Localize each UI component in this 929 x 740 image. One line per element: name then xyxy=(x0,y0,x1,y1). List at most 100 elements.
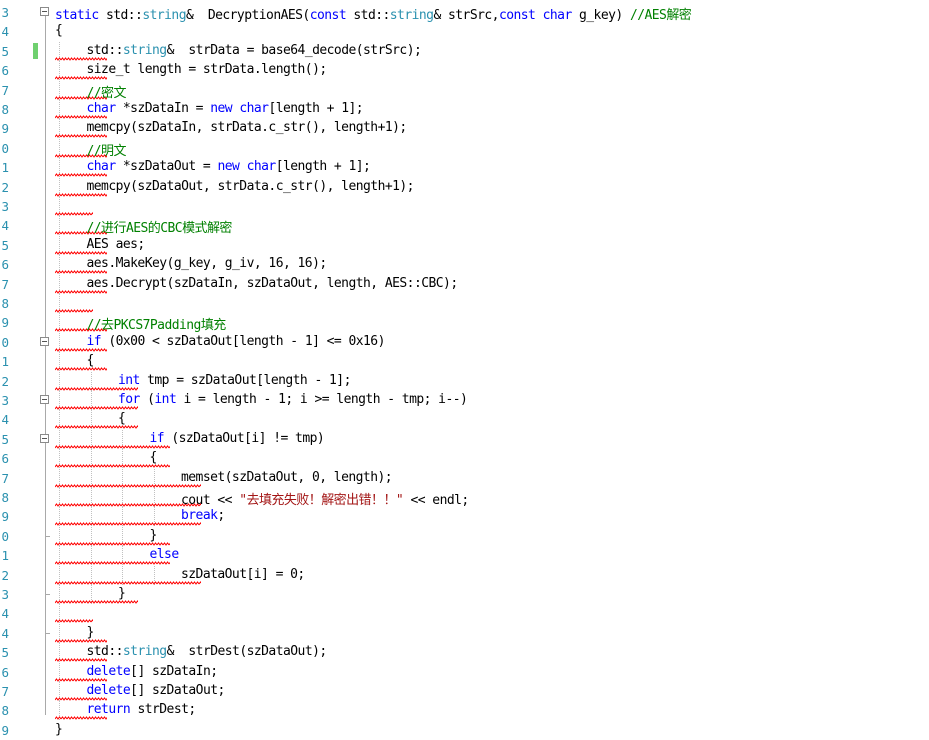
code-text[interactable]: //进行AES的CBC模式解密 xyxy=(87,217,233,236)
code-text[interactable]: memcpy(szDataOut, strData.c_str(), lengt… xyxy=(87,179,415,194)
code-line[interactable]: 9 //去PKCS7Padding填充 xyxy=(0,313,929,333)
code-line[interactable]: 3 static std::string& DecryptionAES(const… xyxy=(0,3,929,23)
type-token: string xyxy=(389,8,434,23)
line-number: 5 xyxy=(1,431,9,447)
code-line[interactable]: 8 return strDest; xyxy=(0,701,929,721)
collapse-icon[interactable] xyxy=(40,336,49,346)
collapse-icon[interactable] xyxy=(40,395,49,404)
error-squiggle xyxy=(55,425,138,430)
code-text[interactable]: delete[] szDataOut; xyxy=(87,683,226,698)
code-text[interactable]: AES aes; xyxy=(87,237,146,252)
code-line[interactable]: 3 xyxy=(0,197,929,216)
code-token: & strData = base64_decode(strSrc); xyxy=(166,42,422,58)
code-text[interactable]: std::string& strDest(szDataOut); xyxy=(86,644,328,660)
code-line[interactable]: 0} xyxy=(0,526,929,546)
code-token: std:: xyxy=(86,644,124,660)
line-number: 8 xyxy=(1,490,9,505)
code-text[interactable]: } xyxy=(87,625,95,640)
code-text[interactable]: { xyxy=(55,23,63,39)
code-text[interactable]: delete[] szDataIn; xyxy=(87,664,219,679)
code-line[interactable]: 6{ xyxy=(0,449,929,469)
code-text[interactable]: memset(szDataOut, 0, length); xyxy=(181,470,393,485)
code-text[interactable]: //密文 xyxy=(87,82,127,101)
code-line[interactable]: 8 char *szDataIn = new char[length + 1]; xyxy=(0,100,929,119)
code-line[interactable]: 1{ xyxy=(0,352,929,372)
code-text[interactable]: { xyxy=(149,450,158,466)
code-line[interactable]: 9} xyxy=(0,721,929,740)
collapse-icon[interactable] xyxy=(40,433,49,443)
code-line[interactable]: 7 memset(szDataOut, 0, length); xyxy=(0,468,929,488)
code-text[interactable]: { xyxy=(87,353,95,368)
code-text[interactable]: static std::string& DecryptionAES(const … xyxy=(55,4,692,23)
code-text[interactable]: else xyxy=(150,547,180,562)
code-line[interactable]: 4} xyxy=(0,623,929,643)
code-line[interactable]: 2 int tmp = szDataOut[length - 1]; xyxy=(0,371,929,391)
code-line[interactable]: 7 delete[] szDataOut; xyxy=(0,682,929,701)
code-line[interactable]: 6 size_t length = strData.length(); xyxy=(0,61,929,81)
line-number: 7 xyxy=(1,82,9,98)
code-line[interactable]: 6 delete[] szDataIn; xyxy=(0,662,929,682)
code-line[interactable]: 3 for (int i = length - 1; i >= length - … xyxy=(0,391,929,410)
code-text[interactable]: } xyxy=(55,722,63,737)
code-text[interactable]: if (0x00 < szDataOut[length - 1] <= 0x16… xyxy=(87,334,386,349)
code-line[interactable]: 2 szDataOut[i] = 0; xyxy=(0,565,929,585)
code-text[interactable]: return strDest; xyxy=(87,702,197,717)
code-text[interactable]: char *szDataIn = new char[length + 1]; xyxy=(87,101,364,116)
code-text[interactable]: for (int i = length - 1; i >= length - t… xyxy=(118,392,468,407)
code-editor[interactable]: 3 static std::string& DecryptionAES(const… xyxy=(0,0,929,738)
code-text[interactable]: int tmp = szDataOut[length - 1]; xyxy=(118,373,351,388)
code-line[interactable]: 3} xyxy=(0,585,929,604)
code-token: std:: xyxy=(353,8,390,23)
line-number: 4 xyxy=(1,606,9,622)
line-number: 6 xyxy=(1,63,9,79)
code-text[interactable]: { xyxy=(118,411,126,427)
code-line[interactable]: 4 //进行AES的CBC模式解密 xyxy=(0,216,929,236)
code-line[interactable]: 5 if (szDataOut[i] != tmp) xyxy=(0,429,929,449)
code-line[interactable]: 5 AES aes; xyxy=(0,235,929,255)
code-text[interactable]: size_t length = strData.length(); xyxy=(87,62,328,77)
code-token: { xyxy=(118,411,126,427)
code-text[interactable]: break; xyxy=(181,508,225,523)
code-text[interactable]: std::string& strData = base64_decode(str… xyxy=(87,43,422,58)
code-line[interactable]: 1 char *szDataOut = new char[length + 1]; xyxy=(0,158,929,178)
code-token: [length + 1]; xyxy=(275,159,371,175)
code-text[interactable]: //去PKCS7Padding填充 xyxy=(87,314,227,333)
code-text[interactable]: //明文 xyxy=(86,140,127,159)
code-line[interactable]: 4{ xyxy=(0,22,929,41)
code-text[interactable]: if (szDataOut[i] != tmp) xyxy=(150,431,325,446)
code-text[interactable]: aes.MakeKey(g_key, g_iv, 16, 16); xyxy=(87,256,328,271)
code-text[interactable]: szDataOut[i] = 0; xyxy=(181,567,305,582)
line-number: 7 xyxy=(1,470,9,486)
line-number: 8 xyxy=(1,703,9,719)
line-number: 9 xyxy=(1,509,9,525)
code-token: std:: xyxy=(105,8,143,23)
code-line[interactable]: 0 //明文 xyxy=(0,138,929,159)
code-line[interactable]: 9 break; xyxy=(0,507,929,527)
code-line[interactable]: 8 xyxy=(0,294,929,313)
code-line[interactable]: 5 std::string& strData = base64_decode(st… xyxy=(0,41,929,61)
code-line[interactable]: 0 if (0x00 < szDataOut[length - 1] <= 0x1… xyxy=(0,332,929,352)
code-token: { xyxy=(149,450,158,466)
code-text[interactable]: aes.Decrypt(szDataIn, szDataOut, length,… xyxy=(87,276,459,291)
code-text[interactable]: char *szDataOut = new char[length + 1]; xyxy=(87,159,371,174)
collapse-icon[interactable] xyxy=(40,7,49,16)
code-line[interactable]: 7 aes.Decrypt(szDataIn, szDataOut, length… xyxy=(0,274,929,294)
comment-token: //明文 xyxy=(86,143,127,159)
code-line[interactable]: 4 xyxy=(0,604,929,624)
code-line[interactable]: 4{ xyxy=(0,410,929,430)
code-token: { xyxy=(55,23,63,39)
code-text[interactable]: } xyxy=(118,586,126,601)
line-number: 6 xyxy=(1,664,9,680)
code-line[interactable]: 6 aes.MakeKey(g_key, g_iv, 16, 16); xyxy=(0,255,929,275)
code-line[interactable]: 9 memcpy(szDataIn, strData.c_str(), lengt… xyxy=(0,119,929,139)
code-text[interactable]: cout << "去填充失败！解密出错！！" << endl; xyxy=(181,489,469,508)
code-line[interactable]: 8 cout << "去填充失败！解密出错！！" << endl; xyxy=(0,488,929,508)
code-text[interactable]: } xyxy=(150,528,158,543)
code-line[interactable]: 7 //密文 xyxy=(0,80,929,101)
code-line[interactable]: 2 memcpy(szDataOut, strData.c_str(), leng… xyxy=(0,177,929,197)
code-line[interactable]: 5 std::string& strDest(szDataOut); xyxy=(0,643,929,663)
code-text[interactable]: memcpy(szDataIn, strData.c_str(), length… xyxy=(87,120,408,135)
code-line[interactable]: 1 else xyxy=(0,546,929,566)
line-number: 1 xyxy=(1,354,9,370)
code-token: (szDataOut[i] != tmp) xyxy=(171,430,325,446)
